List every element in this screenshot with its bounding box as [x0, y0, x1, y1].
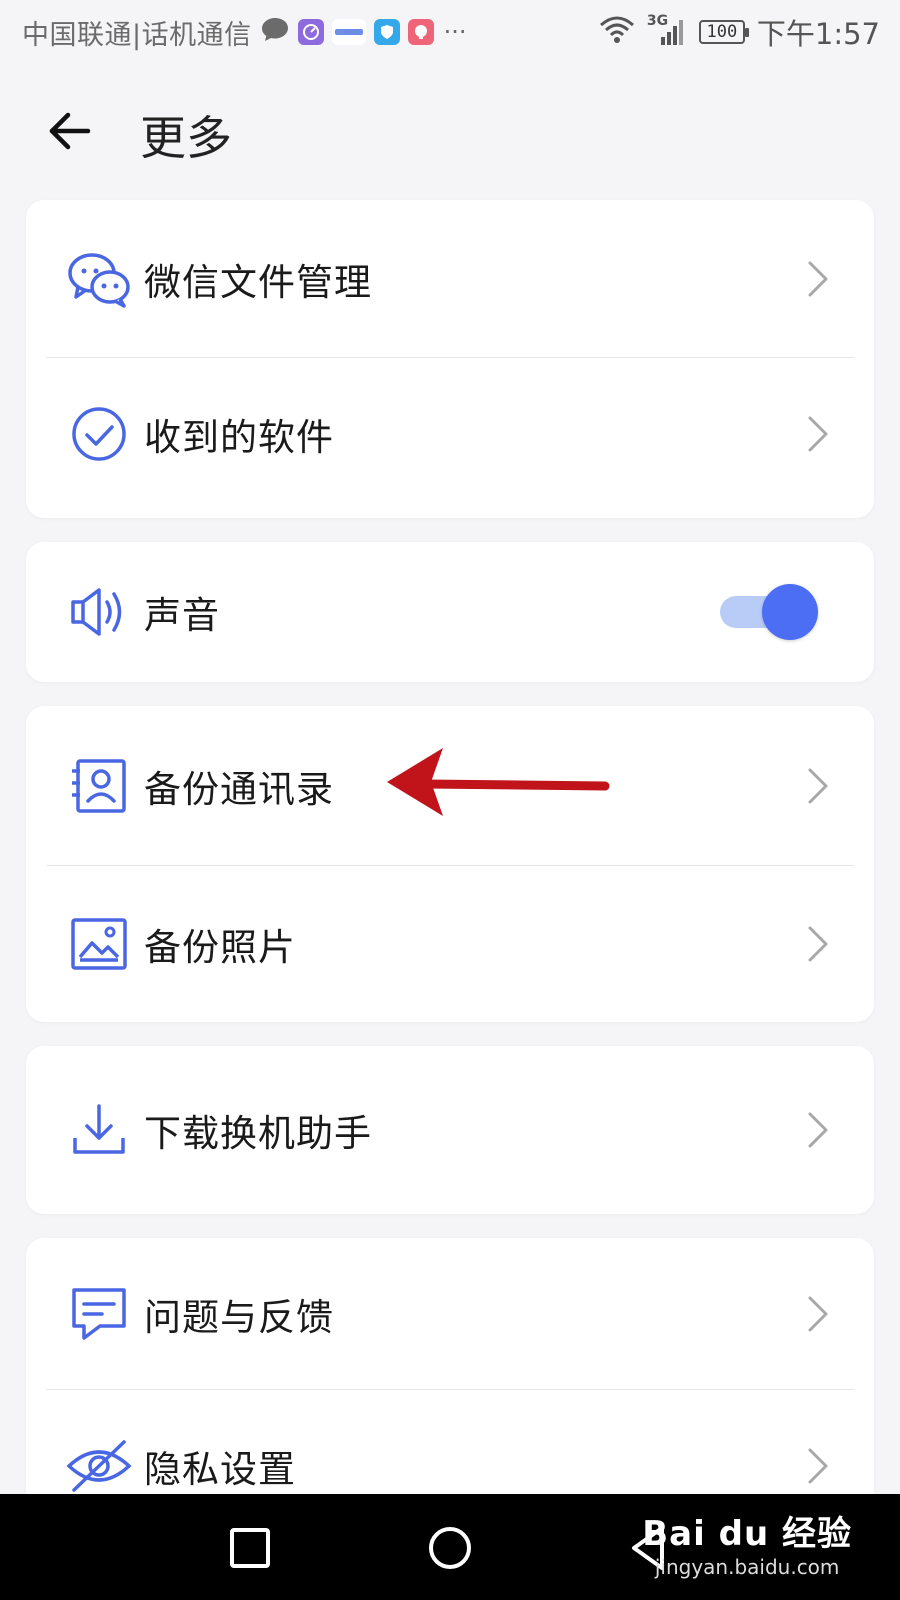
feedback-icon: [66, 1281, 132, 1347]
menu-item-download-assistant[interactable]: 下载换机助手: [26, 1046, 874, 1214]
card-sound: 声音: [26, 542, 874, 682]
battery-level: 100: [706, 22, 738, 42]
back-button[interactable]: [42, 104, 96, 158]
menu-item-feedback[interactable]: 问题与反馈: [26, 1238, 874, 1390]
card-download: 下载换机助手: [26, 1046, 874, 1214]
contacts-icon: [66, 753, 132, 819]
chevron-right-icon: [808, 1448, 828, 1484]
photo-icon: [66, 911, 132, 977]
signal-icon: 3G: [647, 13, 687, 47]
chevron-right-icon: [808, 926, 828, 962]
wechat-icon: [66, 246, 132, 312]
chevron-right-icon: [808, 416, 828, 452]
chevron-right-icon: [808, 1112, 828, 1148]
toggle-knob: [762, 584, 818, 640]
menu-item-label: 隐私设置: [144, 1448, 296, 1491]
privacy-eye-icon: [66, 1433, 132, 1499]
speedometer-app-icon: [297, 19, 324, 45]
menu-item-wechat-files[interactable]: 微信文件管理: [26, 200, 874, 358]
chat-bubble-icon: [260, 16, 290, 48]
news-app-icon: [331, 19, 366, 45]
wifi-icon: [599, 15, 635, 49]
sound-toggle[interactable]: [720, 584, 820, 640]
elephant-app-icon: [407, 19, 434, 45]
chevron-right-icon: [808, 1296, 828, 1332]
baidu-watermark: Bai du 经验 jingyan.baidu.com: [642, 1506, 852, 1579]
card-files: 微信文件管理 收到的软件: [26, 200, 874, 518]
status-left: 中国联通|话机通信 ···: [22, 13, 467, 52]
more-notifications-indicator: ···: [443, 18, 467, 46]
speaker-icon: [66, 579, 132, 645]
chevron-right-icon: [808, 261, 828, 297]
menu-item-backup-photos[interactable]: 备份照片: [26, 866, 874, 1022]
menu-item-label: 微信文件管理: [144, 261, 372, 304]
annotation-arrow: [387, 748, 610, 816]
status-bar: 中国联通|话机通信 ··· 3G 100 下午1:57: [0, 0, 900, 64]
navigation-bar: Bai du 经验 jingyan.baidu.com: [0, 1494, 900, 1600]
menu-item-received-software[interactable]: 收到的软件: [26, 358, 874, 510]
square-icon: [230, 1528, 270, 1568]
home-button[interactable]: [420, 1518, 480, 1578]
menu-item-sound[interactable]: 声音: [26, 542, 874, 682]
chevron-right-icon: [808, 768, 828, 804]
menu-item-label: 声音: [144, 594, 220, 637]
check-circle-icon: [66, 401, 132, 467]
watermark-logo: Bai du 经验: [642, 1514, 852, 1554]
header: 更多: [0, 90, 900, 170]
page-title: 更多: [140, 111, 232, 165]
circle-icon: [429, 1527, 471, 1569]
status-right: 3G 100 下午1:57: [599, 11, 880, 53]
menu-item-label: 收到的软件: [144, 416, 334, 459]
battery-icon: 100: [698, 20, 749, 44]
menu-item-label: 备份照片: [144, 926, 296, 969]
menu-item-label: 问题与反馈: [144, 1296, 334, 1339]
shield-app-icon: [373, 19, 400, 45]
back-arrow-icon: [49, 112, 91, 150]
menu-item-label: 下载换机助手: [144, 1112, 372, 1155]
watermark-url: jingyan.baidu.com: [654, 1555, 840, 1579]
clock: 下午1:57: [756, 17, 880, 51]
carrier-label: 中国联通|话机通信: [22, 19, 252, 51]
recent-apps-button[interactable]: [220, 1518, 280, 1578]
download-icon: [66, 1097, 132, 1163]
menu-item-label: 备份通讯录: [144, 768, 334, 811]
